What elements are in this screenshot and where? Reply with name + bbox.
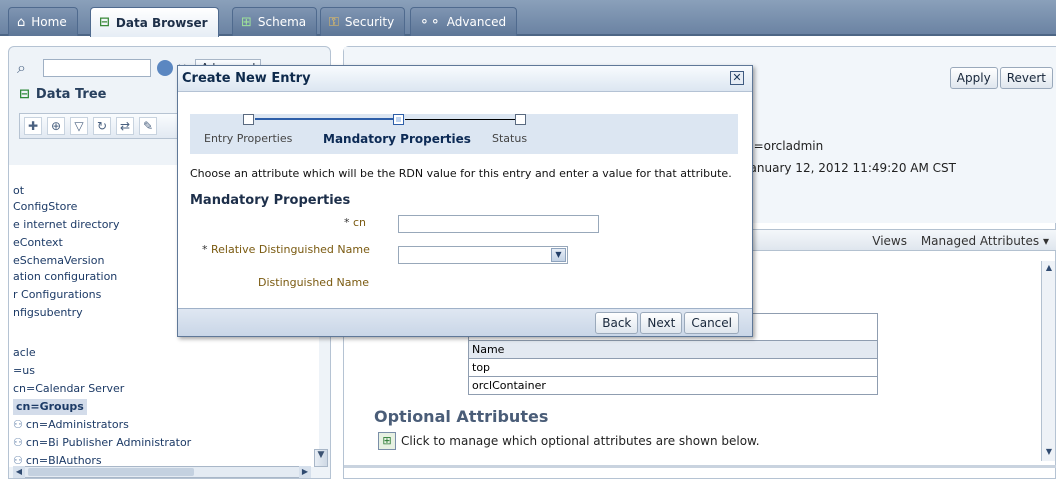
step-label-status: Status <box>492 132 528 145</box>
home-icon: ⌂ <box>17 14 26 30</box>
apply-button[interactable]: Apply <box>949 67 998 89</box>
cn-label: * cn <box>344 216 367 229</box>
next-button[interactable]: Next <box>640 312 683 334</box>
optional-attributes-title: Optional Attributes <box>374 407 549 426</box>
tree-horizontal-scrollbar[interactable]: ◀ ▶ <box>13 466 311 478</box>
create-new-entry-dialog: Create New Entry ✕ Entry Properties Mand… <box>177 65 753 337</box>
tree-node[interactable]: =us <box>13 363 35 379</box>
cn-input[interactable] <box>398 215 599 233</box>
modified-date-value: January 12, 2012 11:49:20 AM CST <box>746 161 956 175</box>
security-icon: ⚿ <box>329 14 339 30</box>
advanced-icon: ⚬⚬ <box>419 14 441 30</box>
tree-node-group[interactable]: ⚇ cn=Bi Publisher Administrator <box>13 435 191 451</box>
tree-node-selected[interactable]: cn=Groups <box>13 399 87 415</box>
step-node-status[interactable] <box>515 114 526 125</box>
tree-node[interactable]: cn=Calendar Server <box>13 381 124 397</box>
details-vertical-scrollbar[interactable]: ▲ ▼ <box>1041 261 1055 461</box>
step-node-mandatory-properties[interactable] <box>393 114 404 125</box>
step-label-mandatory-properties: Mandatory Properties <box>323 132 471 146</box>
step-node-entry-properties[interactable] <box>243 114 254 125</box>
required-marker: * <box>344 216 350 229</box>
revert-button[interactable]: Revert <box>999 67 1053 89</box>
scroll-left-icon[interactable]: ◀ <box>13 466 25 478</box>
tree-node[interactable]: nfigsubentry <box>13 305 83 321</box>
search-go-button[interactable] <box>157 60 173 76</box>
move-entry-icon[interactable]: ⇄ <box>116 117 134 135</box>
data-tree-icon: ⊟ <box>99 15 110 30</box>
tab-security[interactable]: ⚿ Security <box>320 7 406 36</box>
tab-schema[interactable]: ⊞ Schema <box>232 7 318 36</box>
tree-node[interactable]: eSchemaVersion <box>13 253 104 269</box>
main-tab-bar: ⌂ Home ⊟ Data Browser ⊞ Schema ⚿ Securit… <box>0 0 1056 37</box>
tree-node[interactable]: r Configurations <box>13 287 101 303</box>
train-connector <box>405 119 515 120</box>
group-icon: ⚇ <box>13 436 23 449</box>
group-icon: ⚇ <box>13 418 23 431</box>
edit-icon[interactable]: ✎ <box>139 117 157 135</box>
views-menu-button[interactable]: Views <box>872 234 907 248</box>
dialog-title: Create New Entry <box>182 71 311 86</box>
tree-toolbar: ✚ ⊕ ▽ ↻ ⇄ ✎ <box>19 113 179 139</box>
scroll-down-icon[interactable]: ▼ <box>1043 447 1055 459</box>
create-entry-icon[interactable]: ✚ <box>24 117 42 135</box>
tree-node-group[interactable]: ⚇ cn=BIAuthors <box>13 453 102 467</box>
distinguished-name-label: Distinguished Name <box>258 276 370 289</box>
data-tree-icon: ⊟ <box>19 87 30 102</box>
dialog-instruction: Choose an attribute which will be the RD… <box>190 167 732 180</box>
tree-node[interactable]: ConfigStore <box>13 199 77 215</box>
tree-node-group[interactable]: ⚇ cn=Administrators <box>13 417 129 433</box>
train-connector <box>255 118 393 120</box>
tree-node[interactable]: e internet directory <box>13 217 119 233</box>
tree-node[interactable]: acle <box>13 345 36 361</box>
tree-node[interactable]: eContext <box>13 235 63 251</box>
mandatory-properties-heading: Mandatory Properties <box>190 193 351 208</box>
tree-scroll-down-button[interactable]: ▼ <box>314 449 328 467</box>
tree-node[interactable]: ation configuration <box>13 269 117 285</box>
modified-by-value: n=orcladmin <box>746 139 824 153</box>
refresh-icon[interactable]: ↻ <box>93 117 111 135</box>
manage-attributes-icon[interactable]: ⊞ <box>378 432 396 450</box>
scroll-thumb[interactable] <box>28 468 194 476</box>
apply-revert-group: Apply Revert <box>949 67 1053 89</box>
filter-icon[interactable]: ▽ <box>70 117 88 135</box>
tree-node[interactable]: ot <box>13 183 24 199</box>
scroll-right-icon[interactable]: ▶ <box>299 466 311 478</box>
required-marker: * <box>202 243 208 256</box>
table-header-name: Name <box>468 340 878 359</box>
tab-advanced[interactable]: ⚬⚬ Advanced <box>410 7 518 36</box>
tab-home[interactable]: ⌂ Home <box>8 7 78 36</box>
details-divider <box>344 465 1056 468</box>
search-icon: ⌕ <box>17 58 26 77</box>
schema-icon: ⊞ <box>241 14 252 30</box>
dialog-footer: Back Next Cancel <box>178 308 752 336</box>
create-like-icon[interactable]: ⊕ <box>47 117 65 135</box>
wizard-train: Entry Properties Mandatory Properties St… <box>190 114 738 154</box>
views-menu: Views Managed Attributes ▾ <box>862 234 1049 248</box>
dialog-buttons: Back Next Cancel <box>595 312 739 334</box>
table-row[interactable]: orclContainer <box>468 376 878 395</box>
back-button[interactable]: Back <box>595 312 639 334</box>
tab-data-browser[interactable]: ⊟ Data Browser <box>90 7 219 37</box>
data-tree-title: ⊟ Data Tree <box>19 87 107 102</box>
scroll-up-icon[interactable]: ▲ <box>1043 263 1055 275</box>
tree-search-input[interactable] <box>43 59 151 77</box>
dialog-titlebar: Create New Entry ✕ <box>178 66 752 92</box>
close-icon[interactable]: ✕ <box>730 71 744 85</box>
rdn-label: * Relative Distinguished Name <box>202 243 370 256</box>
optional-attributes-hint: ⊞ Click to manage which optional attribu… <box>378 432 760 450</box>
cancel-button[interactable]: Cancel <box>684 312 739 334</box>
rdn-select[interactable]: ▼ <box>398 246 568 264</box>
managed-attributes-menu[interactable]: Managed Attributes ▾ <box>921 234 1049 248</box>
table-row[interactable]: top <box>468 358 878 377</box>
chevron-down-icon[interactable]: ▼ <box>551 248 566 262</box>
step-label-entry-properties[interactable]: Entry Properties <box>204 132 292 145</box>
